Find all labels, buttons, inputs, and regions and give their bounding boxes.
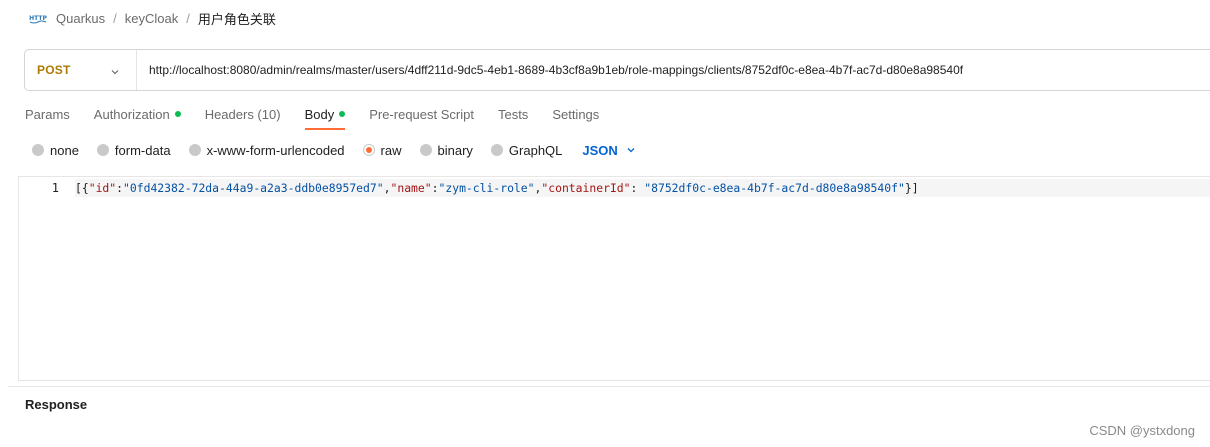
tab-headers[interactable]: Headers (10) [205, 104, 281, 124]
radio-icon [419, 144, 432, 156]
radio-icon [188, 144, 201, 156]
divider [8, 386, 1210, 387]
request-tabs: Params Authorization Headers (10) Body P… [25, 104, 623, 130]
format-select[interactable]: JSON [582, 143, 635, 158]
tab-label: Headers (10) [204, 106, 281, 122]
breadcrumb-item-quarkus[interactable]: Quarkus [56, 11, 105, 26]
format-label: JSON [582, 142, 618, 158]
url-input[interactable]: http://localhost:8080/admin/realms/maste… [137, 63, 963, 77]
json-key: "name" [390, 181, 432, 195]
method-select[interactable]: POST [25, 50, 137, 90]
radio-label: binary [437, 142, 473, 158]
json-key: "id" [88, 181, 117, 195]
radio-label: GraphQL [508, 142, 563, 158]
response-label: Response [25, 397, 88, 412]
body-editor[interactable]: 1 [{"id":"0fd42382-72da-44a9-a2a3-ddb0e8… [18, 176, 1210, 381]
method-label: POST [37, 63, 71, 77]
radio-icon [96, 144, 109, 156]
tab-params[interactable]: Params [25, 104, 70, 124]
tab-tests[interactable]: Tests [498, 104, 528, 124]
tab-label: Tests [497, 106, 529, 122]
radio-icon [32, 144, 44, 156]
json-string: "8752df0c-e8ea-4b7f-ac7d-d80e8a98540f" [644, 181, 905, 195]
radio-label: raw [380, 142, 402, 158]
tab-pre-request-script[interactable]: Pre-request Script [369, 104, 474, 124]
body-type-binary[interactable]: binary [419, 142, 473, 158]
radio-label: form-data [114, 142, 171, 158]
body-type-urlencoded[interactable]: x-www-form-urlencoded [188, 142, 345, 158]
tab-label: Pre-request Script [369, 106, 474, 122]
status-dot-icon [174, 111, 181, 117]
tab-label: Body [304, 106, 335, 122]
breadcrumb-separator: / [186, 10, 190, 26]
status-dot-icon [339, 111, 346, 117]
body-type-raw[interactable]: raw [362, 142, 402, 158]
code-text[interactable]: [{"id":"0fd42382-72da-44a9-a2a3-ddb0e895… [75, 181, 919, 195]
json-key: "containerId" [541, 181, 631, 195]
body-type-selector: none form-data x-www-form-urlencoded raw… [32, 141, 636, 159]
tab-label: Settings [552, 106, 600, 122]
tab-authorization[interactable]: Authorization [94, 104, 181, 124]
breadcrumb: HTTP Quarkus / keyCloak / 用户角色关联 [28, 8, 276, 28]
body-type-form-data[interactable]: form-data [96, 142, 171, 158]
chevron-down-icon [626, 143, 636, 158]
tab-label: Authorization [93, 106, 170, 122]
radio-icon [490, 144, 503, 156]
radio-checked-icon [362, 144, 375, 156]
http-icon: HTTP [28, 10, 48, 26]
editor-line: 1 [{"id":"0fd42382-72da-44a9-a2a3-ddb0e8… [19, 179, 1210, 197]
breadcrumb-current: 用户角色关联 [197, 11, 276, 27]
json-string: "zym-cli-role" [438, 181, 535, 195]
chevron-down-icon [110, 65, 120, 75]
watermark: CSDN @ystxdong [1089, 423, 1195, 438]
json-string: "0fd42382-72da-44a9-a2a3-ddb0e8957ed7" [123, 181, 384, 195]
body-type-none[interactable]: none [32, 143, 79, 158]
line-number: 1 [51, 181, 59, 195]
radio-label: none [50, 142, 79, 158]
radio-label: x-www-form-urlencoded [206, 142, 345, 158]
request-bar: POST http://localhost:8080/admin/realms/… [24, 49, 1210, 91]
tab-settings[interactable]: Settings [552, 104, 599, 124]
breadcrumb-separator: / [113, 10, 117, 26]
tab-label: Params [25, 106, 70, 122]
body-type-graphql[interactable]: GraphQL [490, 142, 563, 158]
tab-body[interactable]: Body [304, 104, 346, 130]
breadcrumb-item-keycloak[interactable]: keyCloak [125, 11, 178, 26]
